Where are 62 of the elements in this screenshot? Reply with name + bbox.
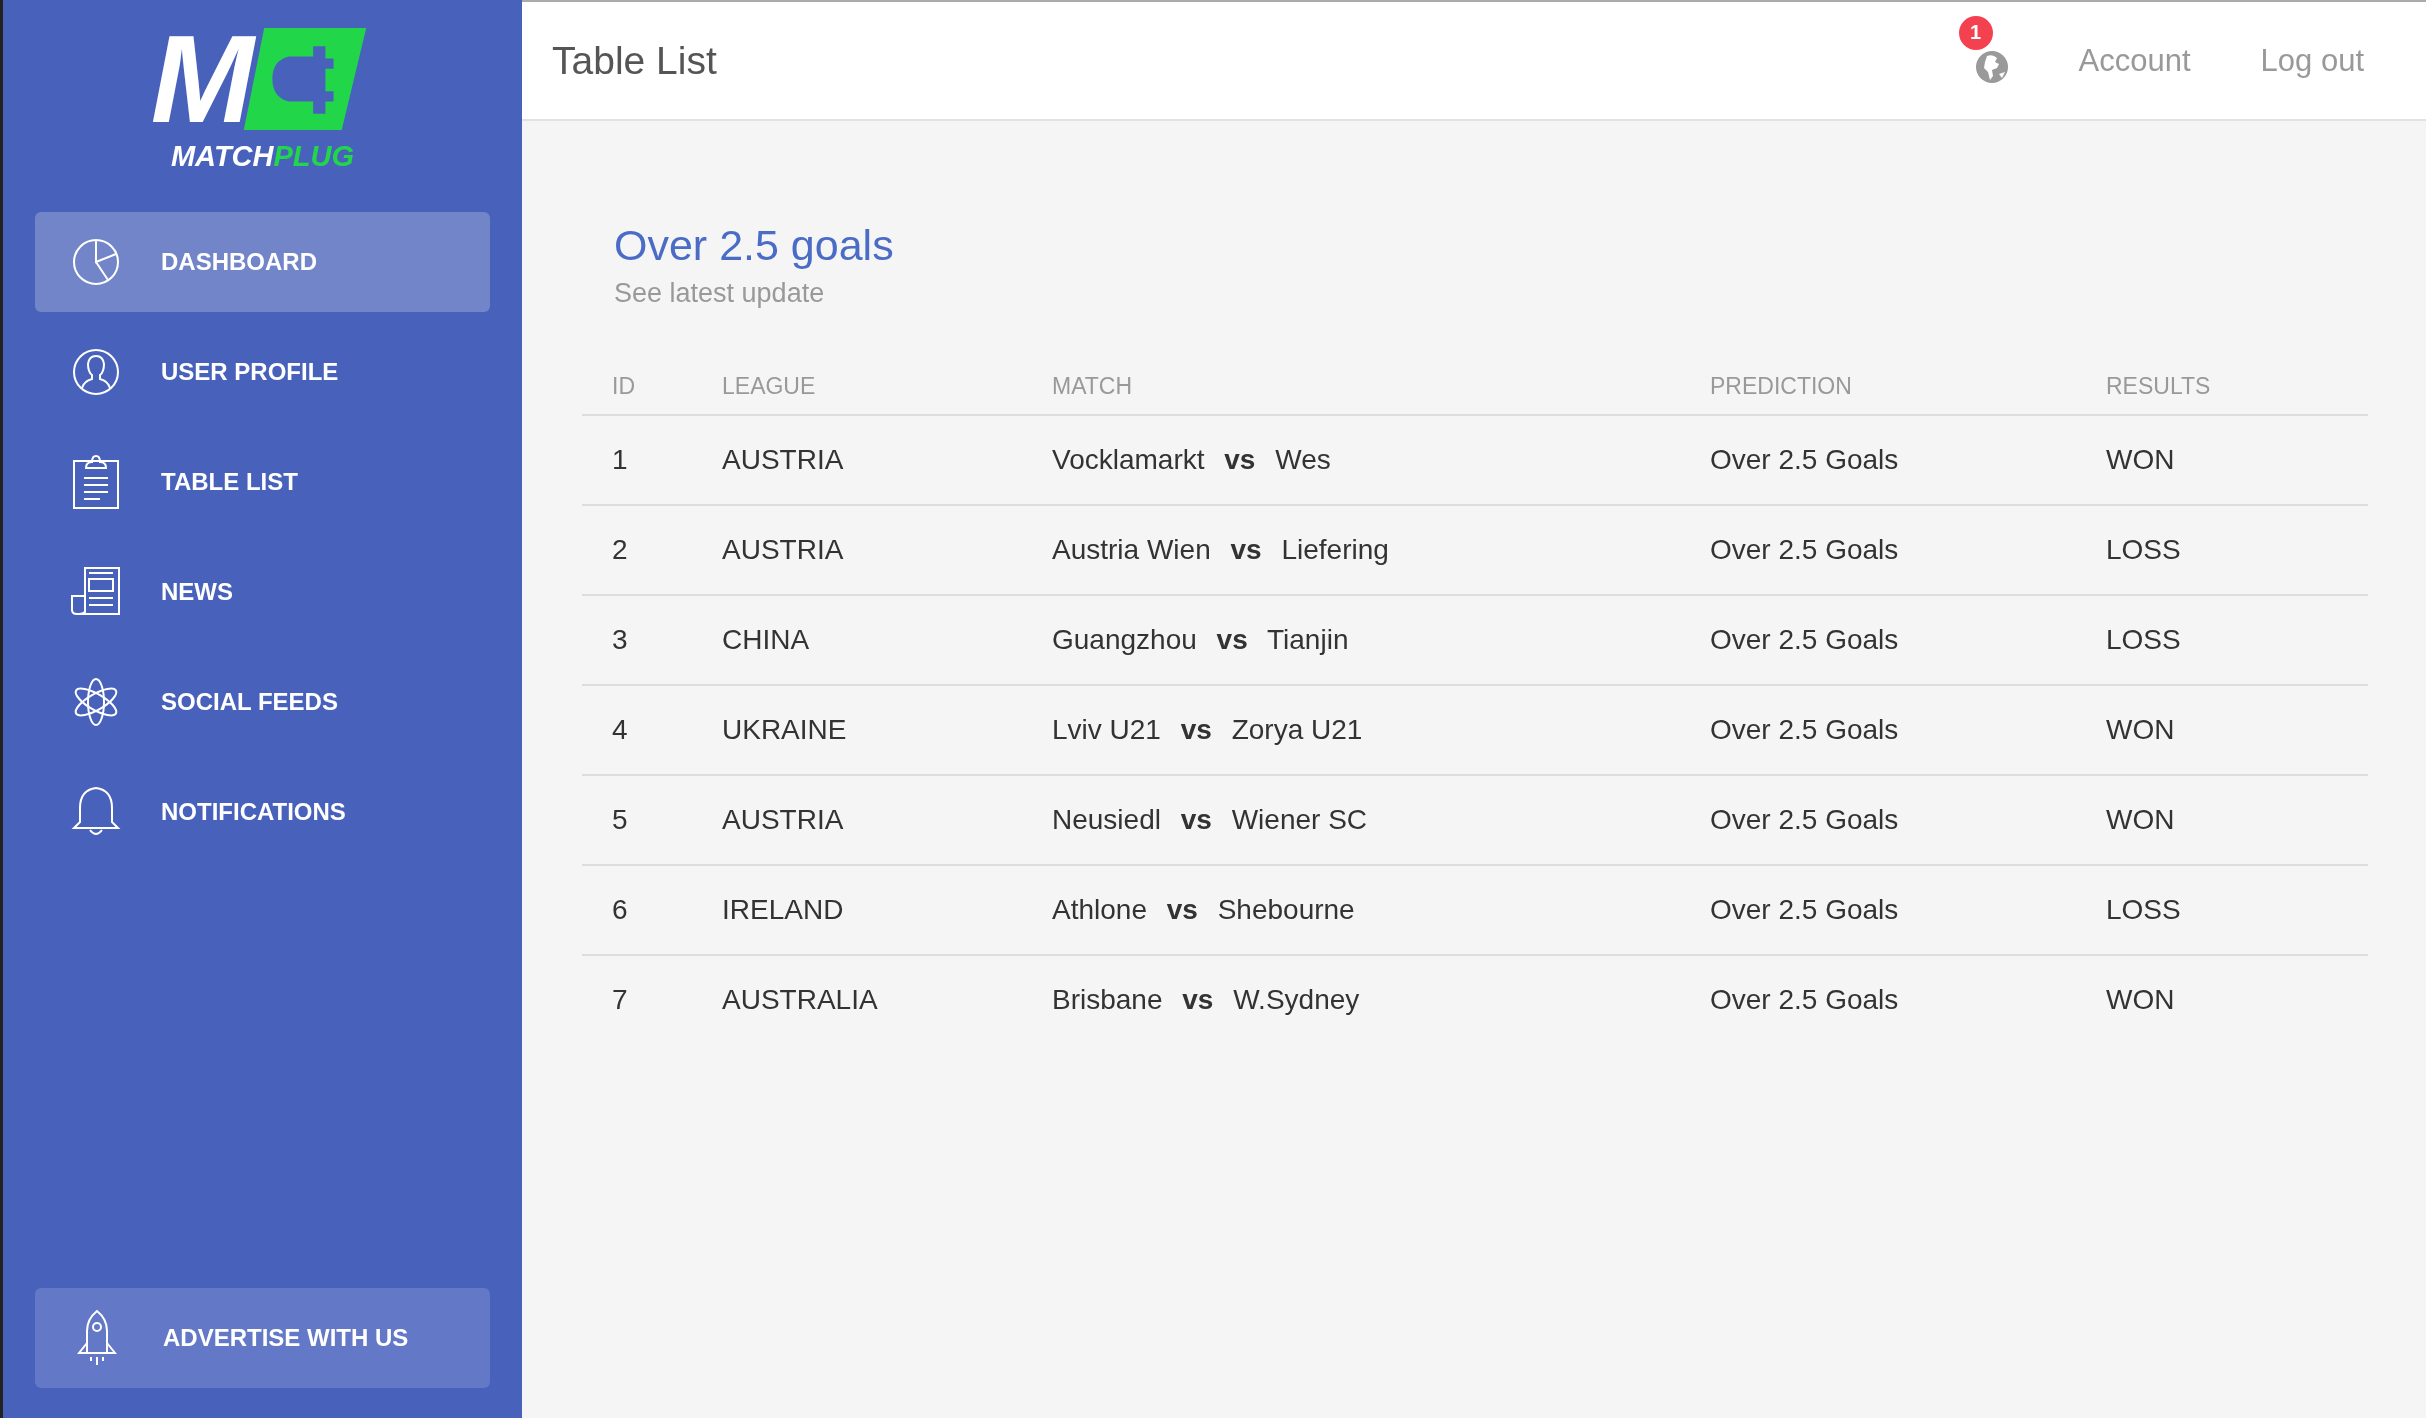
pie-chart-icon (71, 238, 121, 286)
table-cell: Austria Wien vs Liefering (1052, 505, 1710, 595)
sidebar-item[interactable]: NOTIFICATIONS (35, 762, 490, 862)
logo-wordmark: PLUG (273, 140, 355, 173)
table-cell: WON (2106, 415, 2368, 505)
table-cell: AUSTRALIA (722, 955, 1052, 1044)
column-header: LEAGUE (722, 373, 1052, 415)
table-cell: CHINA (722, 595, 1052, 685)
table-cell: 6 (582, 865, 722, 955)
user-icon (71, 348, 121, 396)
sidebar-item[interactable]: SOCIAL FEEDS (35, 652, 490, 752)
sidebar-item[interactable]: TABLE LIST (35, 432, 490, 532)
table-cell: 2 (582, 505, 722, 595)
logo-wordmark: MATCH (170, 140, 274, 173)
sidebar-item[interactable]: NEWS (35, 542, 490, 642)
table-cell: WON (2106, 955, 2368, 1044)
table-cell: Over 2.5 Goals (1710, 685, 2106, 775)
table-cell: Over 2.5 Goals (1710, 775, 2106, 865)
table-cell: Over 2.5 Goals (1710, 415, 2106, 505)
table-cell: Over 2.5 Goals (1710, 955, 2106, 1044)
table-cell: Brisbane vs W.Sydney (1052, 955, 1710, 1044)
globe-icon[interactable] (1974, 49, 2009, 84)
table-cell: AUSTRIA (722, 775, 1052, 865)
header-link[interactable]: Account (2078, 42, 2191, 79)
advertise-button[interactable]: ADVERTISE WITH US (35, 1288, 490, 1388)
table-cell: LOSS (2106, 865, 2368, 955)
table-cell: Vocklamarkt vs Wes (1052, 415, 1710, 505)
newspaper-icon (71, 567, 121, 617)
table-cell: WON (2106, 685, 2368, 775)
card-subtitle: See latest update (614, 278, 826, 309)
clipboard-icon (71, 454, 121, 510)
sidebar-item[interactable]: DASHBOARD (35, 212, 490, 312)
column-header: RESULTS (2106, 373, 2368, 415)
table-cell: Lviv U21 vs Zorya U21 (1052, 685, 1710, 775)
table-cell: Over 2.5 Goals (1710, 865, 2106, 955)
table-cell: UKRAINE (722, 685, 1052, 775)
sidebar-item[interactable]: USER PROFILE (35, 322, 490, 422)
table-cell: AUSTRIA (722, 505, 1052, 595)
table-cell: Neusiedl vs Wiener SC (1052, 775, 1710, 865)
table-cell: 7 (582, 955, 722, 1044)
table-cell: IRELAND (722, 865, 1052, 955)
table-cell: 4 (582, 685, 722, 775)
table-cell: LOSS (2106, 595, 2368, 685)
column-header: ID (582, 373, 722, 415)
table-cell: Guangzhou vs Tianjin (1052, 595, 1710, 685)
notification-badge: 1 (1958, 15, 1993, 50)
table-cell: 3 (582, 595, 722, 685)
table-cell: Over 2.5 Goals (1710, 595, 2106, 685)
header-link[interactable]: Log out (2260, 42, 2364, 79)
bell-icon (71, 786, 121, 838)
table-cell: AUSTRIA (722, 415, 1052, 505)
table-cell: 5 (582, 775, 722, 865)
table-cell: Over 2.5 Goals (1710, 505, 2106, 595)
page-title: Table List (552, 38, 717, 83)
table-cell: Athlone vs Shebourne (1052, 865, 1710, 955)
column-header: PREDICTION (1710, 373, 2106, 415)
table-cell: 1 (582, 415, 722, 505)
table-cell: LOSS (2106, 505, 2368, 595)
table-cell: WON (2106, 775, 2368, 865)
column-header: MATCH (1052, 373, 1710, 415)
rocket-icon (77, 1309, 117, 1367)
card-title: Over 2.5 goals (614, 221, 895, 270)
